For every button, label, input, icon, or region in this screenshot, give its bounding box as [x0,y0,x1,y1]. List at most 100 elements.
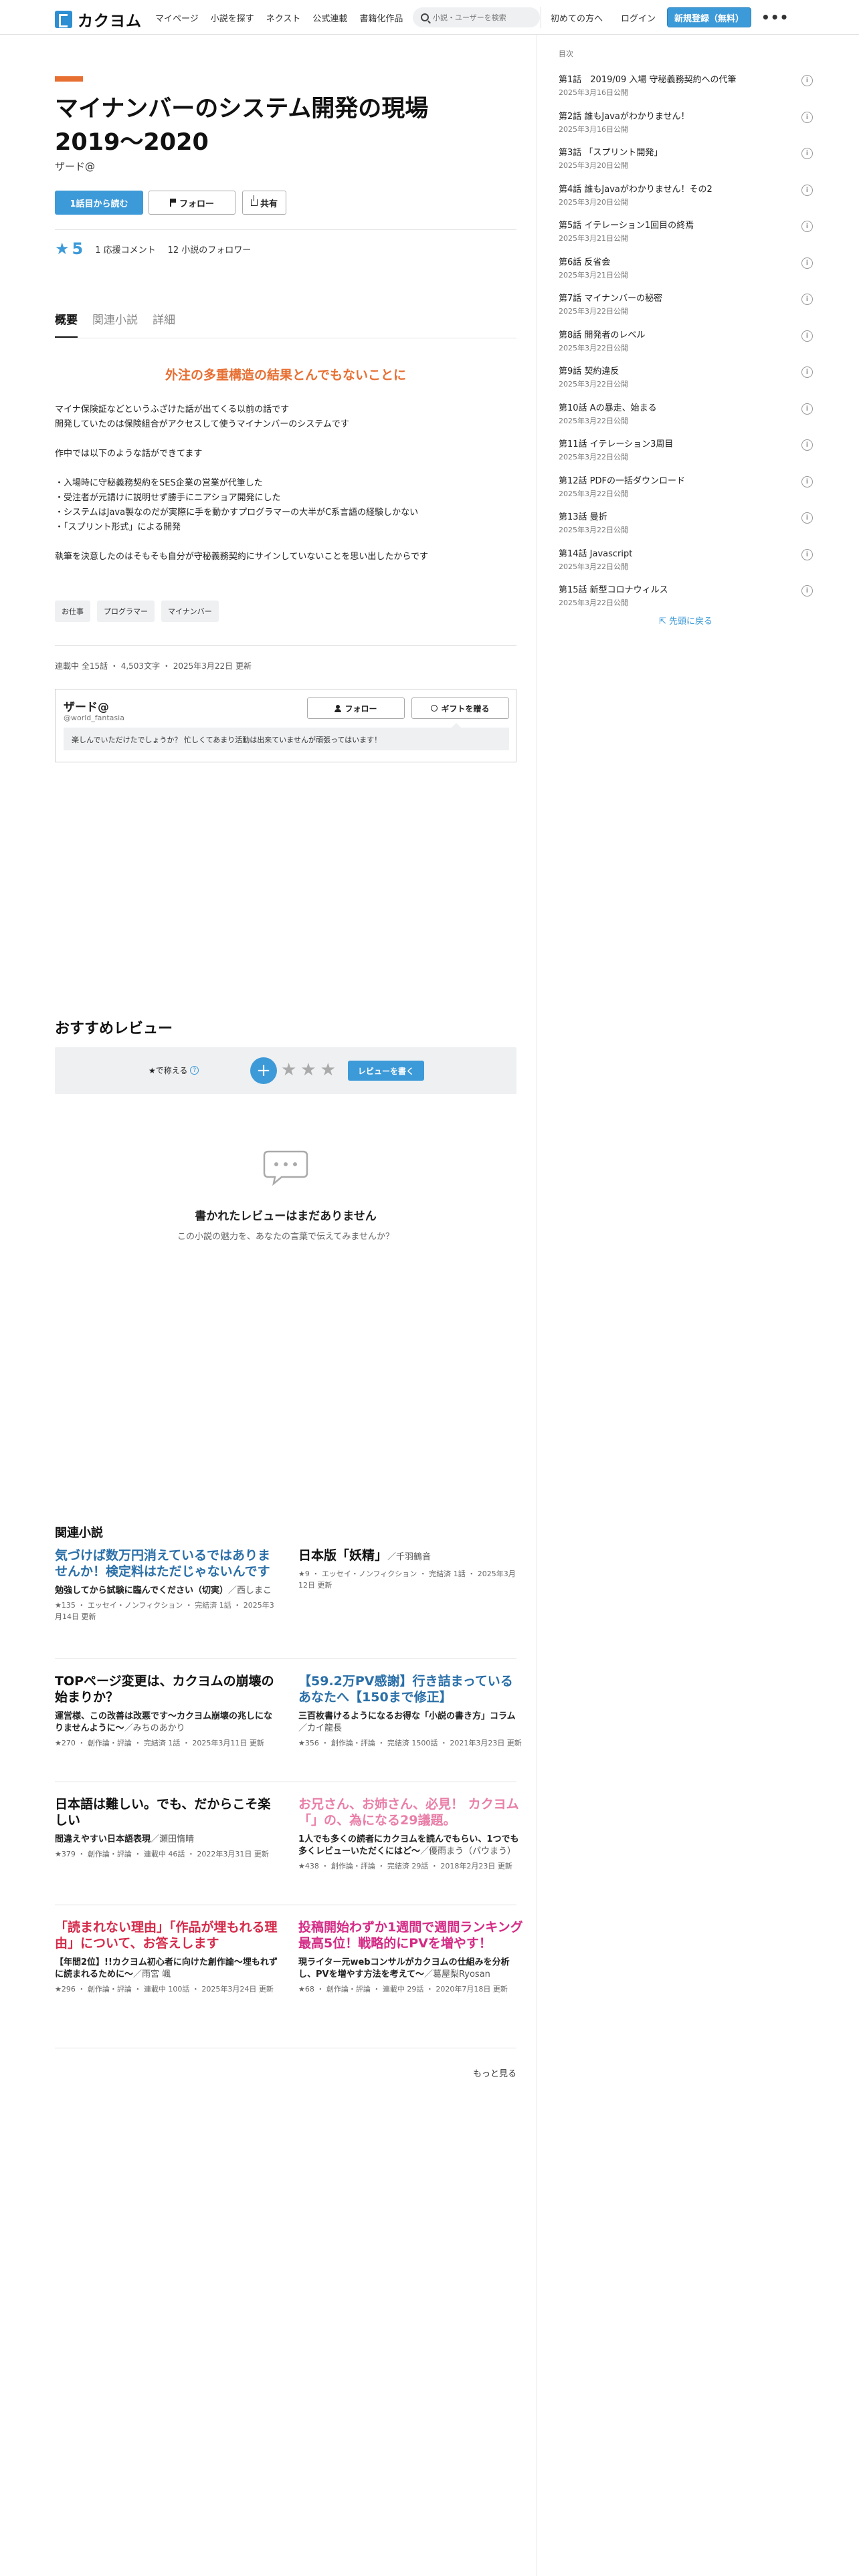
related-work[interactable]: お兄さん、お姉さん、必見！ カクヨム「」の、為になる29議題。 1人でも多くの読者… [298,1796,523,1872]
write-review-button[interactable]: レビューを書く [348,1061,424,1081]
info-icon[interactable]: i [801,330,813,342]
follow-work-button[interactable]: フォロー [149,191,235,215]
read-first-button[interactable]: 1話目から読む [55,191,143,215]
comment-count[interactable]: 1 応援コメント [95,243,155,255]
episode-item[interactable]: 第3話 「スプリント開発」 2025年3月20日公開 i [559,145,813,181]
episode-item[interactable]: 第12話 PDFの一括ダウンロード 2025年3月22日公開 i [559,473,813,510]
related-work[interactable]: 気づけば数万円消えているではありませんか！検定料はただじゃないんです勉強してから… [55,1547,280,1622]
related-work-title[interactable]: TOPページ変更は、カクヨムの崩壊の始まりか？ [55,1673,280,1705]
back-to-top-link[interactable]: ⇱ 先頭に戻る [559,614,813,627]
related-work-meta: ★270 ・ 創作論・評論 ・ 完結済 1話 ・ 2025年3月11日 更新 [55,1739,264,1747]
follow-author-button[interactable]: フォロー [307,697,405,719]
related-work-author[interactable]: ／千羽鶴音 [387,1552,431,1562]
episode-date: 2025年3月22日公開 [559,599,628,607]
info-icon[interactable]: i [801,148,813,159]
episode-item[interactable]: 第11話 イテレーション3周目 2025年3月22日公開 i [559,437,813,473]
episode-date: 2025年3月22日公開 [559,562,628,571]
nav-official[interactable]: 公式連載 [312,11,347,24]
episode-item[interactable]: 第10話 Aの暴走、始まる 2025年3月22日公開 i [559,401,813,437]
episode-item[interactable]: 第4話 誰もJavaがわかりません！その2 2025年3月20日公開 i [559,182,813,218]
episode-item[interactable]: 第1話 2019/09 入場 守秘義務契約への代筆 2025年3月16日公開 i [559,72,813,108]
info-icon[interactable]: i [801,475,813,488]
empty-reviews-sub: この小説の魅力を、あなたの言葉で伝えてみませんか？ [177,1232,394,1242]
related-work-author[interactable]: ／優雨まう（パウまう） [420,1846,516,1856]
tab-related[interactable]: 関連小説 [92,310,138,338]
nav-mypage[interactable]: マイページ [155,11,199,24]
related-work[interactable]: 日本版「妖精」／千羽鶴音 ★9 ・ エッセイ・ノンフィクション ・ 完結済 1話 … [298,1547,523,1591]
info-icon[interactable]: i [801,294,813,305]
related-work[interactable]: 「読まれない理由」「作品が埋もれる理由」について、お答えします 【年間2位】!!カ… [55,1919,280,1995]
episode-item[interactable]: 第6話 反省会 2025年3月21日公開 i [559,255,813,291]
nav-next[interactable]: ネクスト [266,11,301,24]
related-work-meta: ★135 ・ エッセイ・ノンフィクション ・ 完結済 1話 ・ 2025年3月1… [55,1601,274,1621]
search-input[interactable] [433,13,533,22]
signup-button[interactable]: 新規登録（無料） [667,7,751,27]
info-icon[interactable]: i [801,257,813,269]
share-button[interactable]: 共有 [242,191,286,215]
related-work-author[interactable]: ／葛屋梨Ryosan [424,1969,490,1979]
info-icon[interactable]: i [801,512,813,524]
more-related-link[interactable]: もっと見る [473,2066,516,2079]
episode-title: 第7話 マイナンバーの秘密 [559,294,663,304]
login-link[interactable]: ログイン [621,11,656,24]
related-work-author[interactable]: ／瀬田惰晴 [151,1834,194,1844]
author-name[interactable]: ザード@ [64,697,109,714]
related-work-author[interactable]: ／西しまこ [228,1586,272,1596]
info-icon[interactable]: i [801,585,813,597]
episode-item[interactable]: 第15話 新型コロナウィルス 2025年3月22日公開 i [559,582,813,619]
info-icon[interactable]: i [801,221,813,232]
related-work-title[interactable]: 投稿開始わずか1週間で週間ランキング最高5位！戦略的にPVを増やす！ [298,1919,523,1951]
related-work-title[interactable]: お兄さん、お姉さん、必見！ カクヨム「」の、為になる29議題。 [298,1796,523,1828]
related-work[interactable]: 日本語は難しい。でも、だからこそ楽しい 間違えやすい日本語表現／瀬田惰晴 ★379 … [55,1796,280,1860]
episode-date: 2025年3月22日公開 [559,453,628,461]
info-icon[interactable]: i [801,366,813,378]
info-icon[interactable]: i [801,75,813,86]
related-work-author[interactable]: ／雨宮 颯 [133,1969,171,1979]
tab-details[interactable]: 詳細 [153,310,175,338]
episode-item[interactable]: 第9話 契約違反 2025年3月22日公開 i [559,364,813,400]
nav-books[interactable]: 書籍化作品 [359,11,403,24]
tag[interactable]: お仕事 [55,601,90,622]
tab-overview[interactable]: 概要 [55,310,78,338]
related-work-author[interactable]: ／カイ龍長 [298,1723,342,1733]
related-work[interactable]: TOPページ変更は、カクヨムの崩壊の始まりか？ 運営様、この改善は改悪です〜カクヨ… [55,1673,280,1749]
episode-title: 第9話 契約違反 [559,366,619,377]
related-work-title[interactable]: 【59.2万PV感謝】行き詰まっているあなたへ【150まで修正】 [298,1673,523,1705]
work-author[interactable]: ザード@ [55,159,95,173]
add-star-button[interactable]: + [250,1057,277,1084]
site-logo[interactable]: カクヨム [55,8,142,31]
help-icon[interactable]: ? [190,1066,199,1075]
related-work-title[interactable]: 気づけば数万円消えているではありませんか！検定料はただじゃないんです [55,1547,280,1580]
related-work[interactable]: 【59.2万PV感謝】行き詰まっているあなたへ【150まで修正】 三百枚書けるよう… [298,1673,523,1749]
episode-item[interactable]: 第8話 開発者のレベル 2025年3月22日公開 i [559,328,813,364]
follower-count[interactable]: 12 小説のフォロワー [168,243,252,255]
episode-title: 第8話 開発者のレベル [559,330,646,340]
tag[interactable]: プログラマー [97,601,155,622]
related-work-title[interactable]: 日本版「妖精」／千羽鶴音 [298,1547,523,1566]
related-work-meta: ★9 ・ エッセイ・ノンフィクション ・ 完結済 1話 ・ 2025年3月12日… [298,1570,516,1590]
related-work-author[interactable]: ／みちのあかり [124,1723,185,1733]
nav-search-novels[interactable]: 小説を探す [211,11,254,24]
first-time-link[interactable]: 初めての方へ [551,11,603,24]
info-icon[interactable]: i [801,548,813,560]
search-box[interactable] [413,7,540,27]
info-icon[interactable]: i [801,184,813,196]
episode-item[interactable]: 第2話 誰もJavaがわかりません！ 2025年3月16日公開 i [559,109,813,145]
episode-item[interactable]: 第5話 イテレーション1回目の終焉 2025年3月21日公開 i [559,218,813,254]
episode-date: 2025年3月20日公開 [559,197,628,207]
related-work[interactable]: 投稿開始わずか1週間で週間ランキング最高5位！戦略的にPVを増やす！ 現ライター元… [298,1919,523,1995]
more-menu-icon[interactable]: ••• [761,9,789,25]
info-icon[interactable]: i [801,403,813,415]
related-catch-text: 勉強してから試験に臨んでください（切実） [55,1586,228,1596]
episode-item[interactable]: 第7話 マイナンバーの秘密 2025年3月22日公開 i [559,291,813,327]
episode-item[interactable]: 第14話 Javascript 2025年3月22日公開 i [559,546,813,582]
work-tabs: 概要 関連小説 詳細 [55,310,175,338]
related-work-title[interactable]: 日本語は難しい。でも、だからこそ楽しい [55,1796,280,1828]
tag[interactable]: マイナンバー [161,601,219,622]
rating-stars-icon[interactable]: ★★★ [281,1060,340,1080]
info-icon[interactable]: i [801,111,813,123]
related-work-title[interactable]: 「読まれない理由」「作品が埋もれる理由」について、お答えします [55,1919,280,1951]
episode-item[interactable]: 第13話 曼折 2025年3月22日公開 i [559,510,813,546]
info-icon[interactable]: i [801,439,813,451]
gift-button[interactable]: ギフトを贈る [411,697,509,719]
